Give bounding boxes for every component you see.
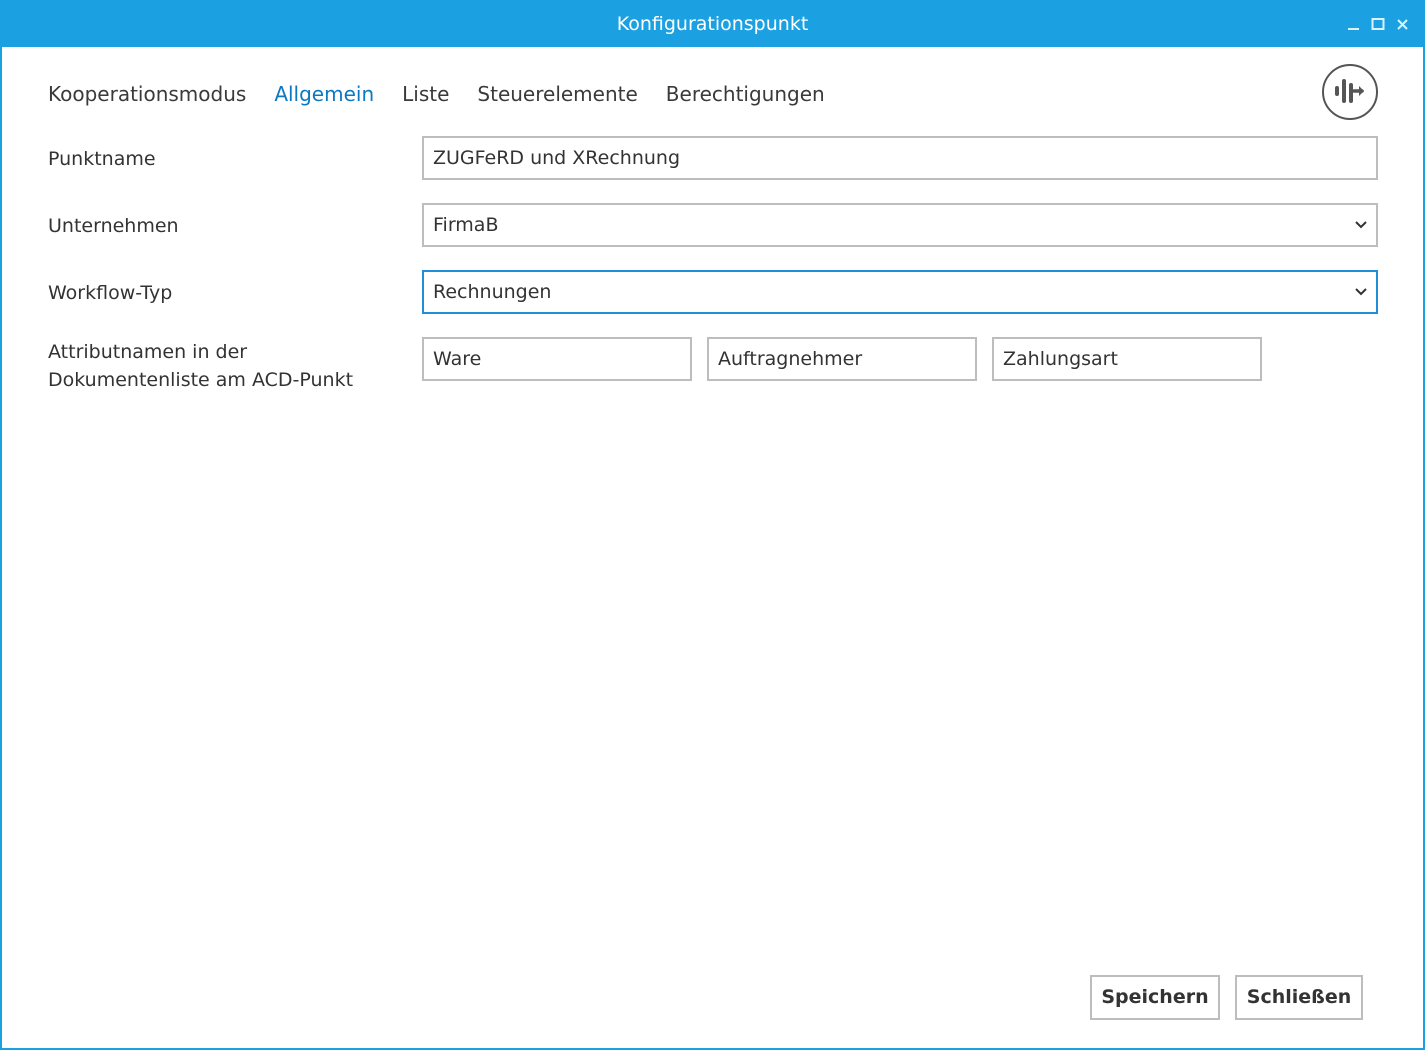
- tab-steuerelemente[interactable]: Steuerelemente: [477, 76, 637, 112]
- attribute-input-2[interactable]: Auftragnehmer: [707, 337, 977, 381]
- chevron-down-icon: [1355, 288, 1367, 296]
- attribute-input-1[interactable]: Ware: [422, 337, 692, 381]
- logo-button[interactable]: [1322, 64, 1378, 120]
- tab-bar: Kooperationsmodus Allgemein Liste Steuer…: [48, 76, 853, 112]
- tab-allgemein[interactable]: Allgemein: [274, 76, 374, 112]
- punktname-label: Punktname: [48, 148, 156, 170]
- unternehmen-label: Unternehmen: [48, 215, 179, 237]
- close-button[interactable]: Schließen: [1235, 975, 1363, 1020]
- chevron-down-icon: [1355, 221, 1367, 229]
- workflow-typ-select[interactable]: Rechnungen: [422, 270, 1378, 314]
- config-window: Konfigurationspunkt Kooperationsmodus Al…: [0, 0, 1425, 1050]
- attribute-label-line1: Attributnamen in der: [48, 341, 248, 363]
- tab-berechtigungen[interactable]: Berechtigungen: [666, 76, 825, 112]
- attribute-input-3[interactable]: Zahlungsart: [992, 337, 1262, 381]
- maximize-icon[interactable]: [1370, 16, 1386, 32]
- close-icon[interactable]: [1395, 16, 1411, 32]
- save-button[interactable]: Speichern: [1090, 975, 1220, 1020]
- title-bar[interactable]: Konfigurationspunkt: [2, 2, 1423, 47]
- punktname-input[interactable]: ZUGFeRD und XRechnung: [422, 136, 1378, 180]
- workflow-typ-value: Rechnungen: [433, 281, 552, 303]
- tab-kooperationsmodus[interactable]: Kooperationsmodus: [48, 76, 246, 112]
- tab-liste[interactable]: Liste: [402, 76, 449, 112]
- attribute-label-line2: Dokumentenliste am ACD-Punkt: [48, 369, 354, 391]
- minimize-icon[interactable]: [1346, 16, 1362, 32]
- unternehmen-value: FirmaB: [433, 214, 499, 236]
- window-title: Konfigurationspunkt: [616, 13, 809, 35]
- workflow-typ-label: Workflow-Typ: [48, 282, 173, 304]
- unternehmen-select[interactable]: FirmaB: [422, 203, 1378, 247]
- docuware-logo-icon: [1335, 79, 1364, 103]
